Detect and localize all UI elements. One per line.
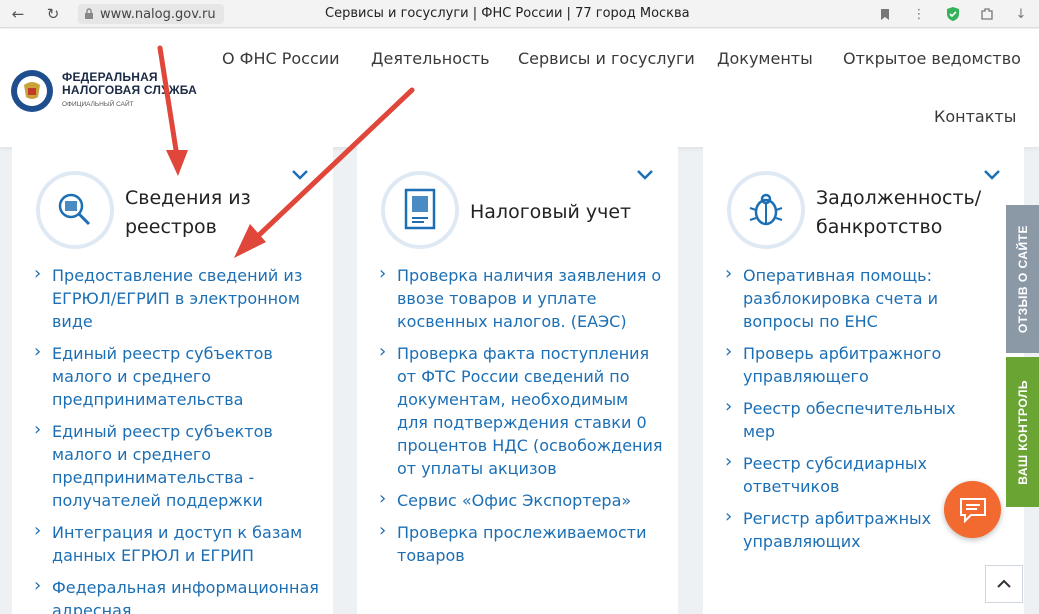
menu-item-contacts[interactable]: Контакты bbox=[934, 107, 1016, 126]
card-title-line-2: реестров bbox=[125, 216, 217, 238]
control-tab-label: ВАШ КОНТРОЛЬ bbox=[1015, 379, 1030, 485]
menu-item-activity[interactable]: Деятельность bbox=[371, 49, 490, 68]
back-icon[interactable]: ← bbox=[5, 1, 31, 27]
reload-icon[interactable]: ↻ bbox=[40, 1, 66, 27]
fns-logo[interactable]: ФЕДЕРАЛЬНАЯ НАЛОГОВАЯ СЛУЖБА ОФИЦИАЛЬНЫЙ… bbox=[10, 69, 197, 113]
bookmark-icon[interactable] bbox=[875, 4, 895, 24]
card-title-line-1: Налоговый учет bbox=[470, 201, 632, 223]
chevron-up-icon bbox=[997, 579, 1011, 588]
download-icon[interactable]: ↓ bbox=[1011, 4, 1031, 24]
page-tab-title: Сервисы и госуслуги | ФНС России | 77 го… bbox=[325, 6, 690, 21]
control-side-tab[interactable]: ВАШ КОНТРОЛЬ bbox=[1006, 357, 1039, 507]
chevron-down-icon[interactable] bbox=[291, 169, 309, 181]
logo-line-2: НАЛОГОВАЯ СЛУЖБА bbox=[62, 83, 198, 97]
url-text: www.nalog.gov.ru bbox=[100, 6, 216, 22]
link-arbitration-managers-register[interactable]: Регистр арбитражных управляющих bbox=[725, 505, 965, 553]
menu-item-documents[interactable]: Документы bbox=[717, 49, 813, 68]
chat-icon bbox=[959, 497, 986, 523]
link-eaeu-import-check[interactable]: Проверка наличия заявления о ввозе товар… bbox=[379, 262, 664, 333]
card-title-line-2: банкротство bbox=[816, 216, 943, 238]
feedback-side-tab[interactable]: ОТЗЫВ О САЙТЕ bbox=[1006, 205, 1039, 353]
card-tax-accounting: Налоговый учет Проверка наличия заявлени… bbox=[357, 147, 678, 614]
link-subsidiary-defendants-registry[interactable]: Реестр субсидиарных ответчиков bbox=[725, 450, 965, 498]
link-exporter-office[interactable]: Сервис «Офис Экспортера» bbox=[379, 487, 664, 512]
chevron-down-icon[interactable] bbox=[636, 169, 654, 181]
browser-toolbar: ← ↻ www.nalog.gov.ru Сервисы и госуслуги… bbox=[0, 0, 1039, 28]
link-account-unblock[interactable]: Оперативная помощь: разблокировка счета … bbox=[725, 262, 965, 333]
lock-icon bbox=[85, 8, 93, 19]
menu-item-open-agency[interactable]: Открытое ведомство bbox=[843, 49, 1021, 68]
scroll-top-button[interactable] bbox=[985, 565, 1023, 603]
feedback-tab-label: ОТЗЫВ О САЙТЕ bbox=[1015, 224, 1030, 334]
link-fts-data-check[interactable]: Проверка факта поступления от ФТС России… bbox=[379, 340, 664, 480]
emblem-icon bbox=[11, 70, 53, 112]
chevron-down-icon[interactable] bbox=[983, 169, 1001, 181]
bug-icon bbox=[727, 171, 805, 249]
link-fias[interactable]: Федеральная информационная адресная bbox=[34, 574, 319, 614]
site-header: ФЕДЕРАЛЬНАЯ НАЛОГОВАЯ СЛУЖБА ОФИЦИАЛЬНЫЙ… bbox=[0, 29, 1039, 147]
chat-button[interactable] bbox=[944, 481, 1001, 538]
document-icon bbox=[381, 171, 459, 249]
link-egrul-electronic[interactable]: Предоставление сведений из ЕГРЮЛ/ЕГРИП в… bbox=[34, 262, 319, 333]
menu-dots-icon[interactable]: ⋮ bbox=[909, 4, 929, 24]
registry-search-icon bbox=[36, 171, 114, 249]
card-title-line-1: Задолженность/ bbox=[816, 187, 982, 209]
card-registries: Сведения из реестров Предоставление свед… bbox=[12, 147, 333, 614]
menu-item-about[interactable]: О ФНС России bbox=[222, 49, 340, 68]
extensions-icon[interactable] bbox=[977, 4, 997, 24]
link-traceability-check[interactable]: Проверка прослеживаемости товаров bbox=[379, 519, 664, 567]
link-msp-support-registry[interactable]: Единый реестр субъектов малого и среднег… bbox=[34, 418, 319, 512]
address-bar[interactable]: www.nalog.gov.ru bbox=[78, 4, 224, 24]
card-title-line-1: Сведения из bbox=[125, 187, 251, 209]
link-security-measures-registry[interactable]: Реестр обеспечительных мер bbox=[725, 395, 965, 443]
menu-item-services[interactable]: Сервисы и госуслуги bbox=[518, 49, 695, 68]
logo-subtitle: ОФИЦИАЛЬНЫЙ САЙТ bbox=[62, 101, 134, 108]
shield-icon[interactable] bbox=[943, 4, 963, 24]
link-egrul-integration[interactable]: Интеграция и доступ к базам данных ЕГРЮЛ… bbox=[34, 519, 319, 567]
card-debt-bankruptcy: Задолженность/ банкротство Оперативная п… bbox=[703, 147, 1024, 614]
link-msp-registry[interactable]: Единый реестр субъектов малого и среднег… bbox=[34, 340, 319, 411]
link-check-arbitration-manager[interactable]: Проверь арбитражного управляющего bbox=[725, 340, 965, 388]
